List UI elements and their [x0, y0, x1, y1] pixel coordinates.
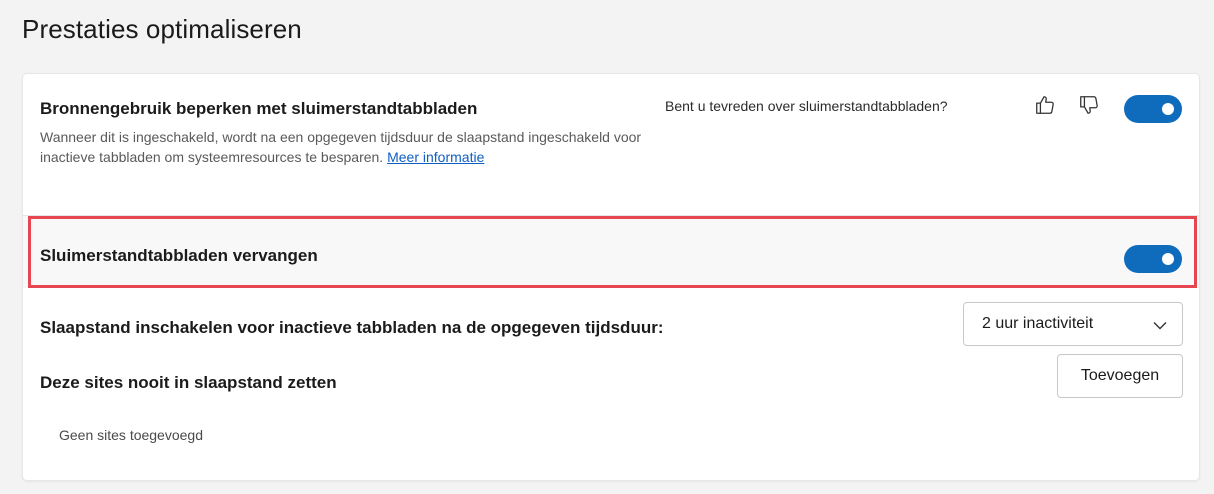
sleeping-tabs-section: Bronnengebruik beperken met sluimerstand…	[23, 74, 1199, 215]
sleep-timeout-dropdown[interactable]: 2 uur inactiviteit	[963, 302, 1183, 346]
learn-more-link[interactable]: Meer informatie	[387, 149, 484, 165]
sleeping-tabs-toggle[interactable]	[1124, 95, 1182, 123]
empty-sites-text: Geen sites toegevoegd	[59, 427, 203, 443]
replace-tabs-section: Sluimerstandtabbladen vervangen	[23, 216, 1199, 288]
thumbs-up-icon[interactable]	[1033, 92, 1057, 118]
settings-card: Bronnengebruik beperken met sluimerstand…	[22, 73, 1200, 481]
toggle-knob	[1162, 253, 1174, 265]
replace-tabs-label: Sluimerstandtabbladen vervangen	[40, 246, 318, 265]
page-title: Prestaties optimaliseren	[22, 14, 302, 44]
add-site-button[interactable]: Toevoegen	[1057, 354, 1183, 398]
dropdown-selected-value: 2 uur inactiviteit	[982, 315, 1094, 332]
feedback-question: Bent u tevreden over sluimerstandtabblad…	[665, 98, 948, 114]
sleeping-tabs-title: Bronnengebruik beperken met sluimerstand…	[40, 99, 478, 118]
sleep-timeout-label: Slaapstand inschakelen voor inactieve ta…	[40, 318, 664, 337]
description-text: Wanneer dit is ingeschakeld, wordt na ee…	[40, 129, 642, 165]
chevron-down-icon	[1152, 317, 1168, 338]
never-sleep-label: Deze sites nooit in slaapstand zetten	[40, 373, 337, 392]
toggle-knob	[1162, 103, 1174, 115]
sleeping-tabs-description: Wanneer dit is ingeschakeld, wordt na ee…	[40, 127, 660, 167]
replace-tabs-toggle[interactable]	[1124, 245, 1182, 273]
thumbs-down-icon[interactable]	[1077, 92, 1101, 118]
